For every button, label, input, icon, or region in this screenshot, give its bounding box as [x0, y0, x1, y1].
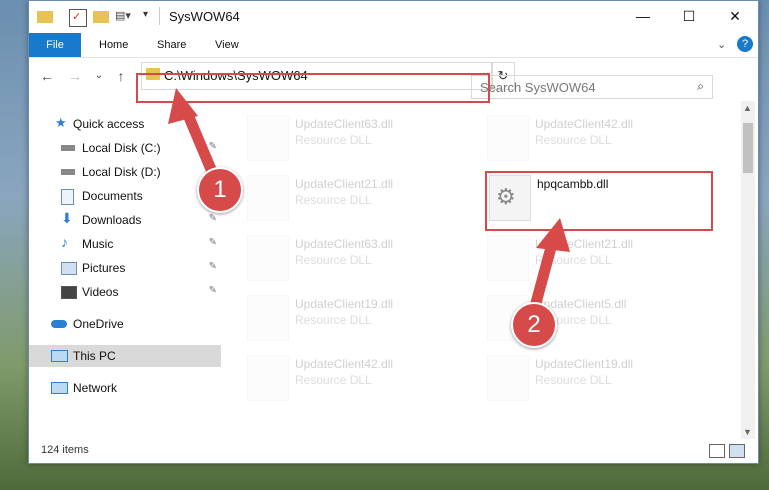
arrow-2-head	[536, 218, 570, 252]
step-2-badge: 2	[511, 302, 557, 348]
annotation-arrows	[168, 88, 570, 320]
step-1-badge: 1	[197, 167, 243, 213]
